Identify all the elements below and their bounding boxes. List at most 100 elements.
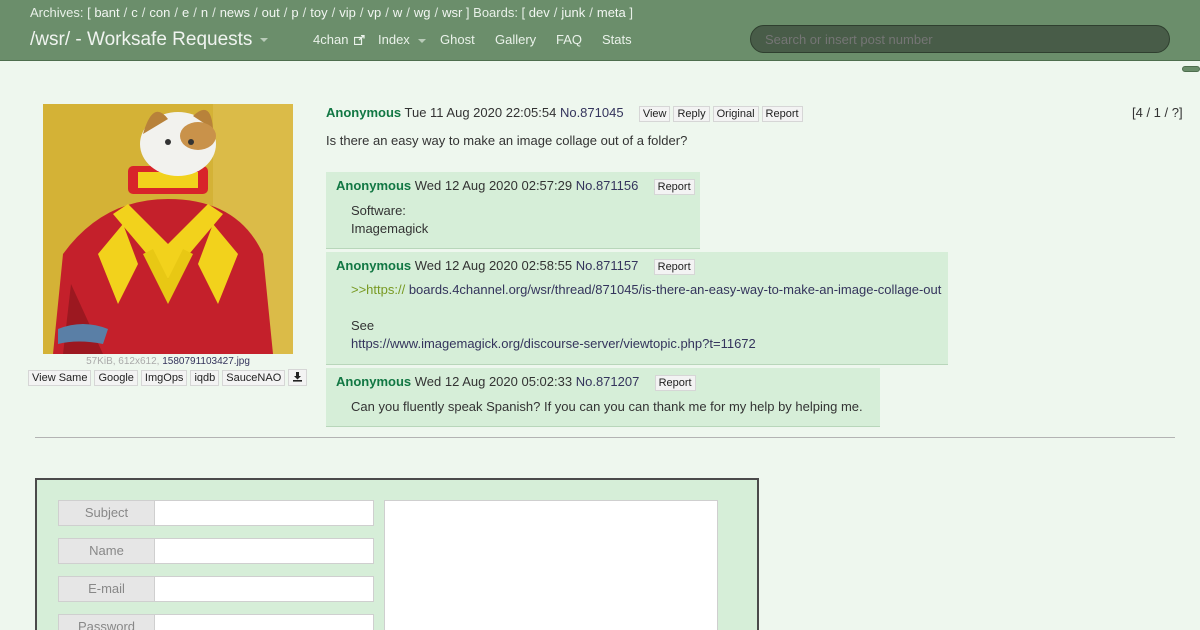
report-button[interactable]: Report (654, 375, 696, 391)
nav-ghost[interactable]: Ghost (440, 32, 475, 47)
nav-4chan-label: 4chan (313, 32, 349, 47)
file-name-link[interactable]: 1580791103427.jpg (162, 356, 250, 367)
post-date: Wed 12 Aug 2020 02:57:29 (414, 178, 573, 193)
reply-button[interactable]: Reply (673, 106, 710, 122)
reply-post: Anonymous Wed 12 Aug 2020 02:58:55 No.87… (326, 252, 948, 365)
view-button[interactable]: View (638, 106, 671, 122)
reply-header: Anonymous Wed 12 Aug 2020 02:58:55 No.87… (336, 258, 698, 275)
file-meta: 57KiB, 612x612, (86, 356, 160, 367)
op-post-header: Anonymous Tue 11 Aug 2020 22:05:54 No.87… (326, 105, 806, 122)
op-thumbnail[interactable] (43, 104, 293, 354)
comment-line: Imagemagick (351, 221, 429, 236)
report-button[interactable]: Report (761, 106, 803, 122)
poster-name: Anonymous (326, 105, 402, 120)
archive-link-c[interactable]: c (131, 5, 138, 20)
name-input[interactable] (154, 538, 374, 564)
top-bar: Archives: [ bant / c / con / e / n / news / out / p / to… (0, 0, 1200, 61)
image-search-buttons: View Same Google ImgOps iqdb SauceNAO (28, 369, 310, 386)
post-date: Wed 12 Aug 2020 05:02:33 (414, 374, 573, 389)
nav-index-label: Index (378, 32, 410, 47)
file-info: 57KiB, 612x612, 1580791103427.jpg (30, 356, 306, 367)
archive-link-toy[interactable]: toy (310, 5, 327, 20)
comment-line: See (351, 318, 375, 333)
nav-stats[interactable]: Stats (602, 32, 632, 47)
email-input[interactable] (154, 576, 374, 602)
archives-bar: Archives: [ bant / c / con / e / n / news / out / p / to… (30, 5, 634, 20)
nav-index-dropdown[interactable]: Index (378, 32, 426, 47)
archive-link-wsr[interactable]: wsr (442, 5, 462, 20)
download-icon (293, 372, 303, 382)
boards-close: ] (629, 5, 634, 20)
original-button[interactable]: Original (712, 106, 759, 122)
cat-costume-image (43, 104, 293, 354)
divider (35, 437, 1175, 438)
board-link-junk[interactable]: junk (561, 5, 585, 20)
comment-textarea[interactable] (384, 500, 718, 630)
email-label: E-mail (58, 576, 155, 602)
iqdb-button[interactable]: iqdb (190, 370, 220, 386)
saucenao-button[interactable]: SauceNAO (222, 370, 286, 386)
reply-comment: >>https:// boards.4channel.org/wsr/threa… (351, 281, 941, 353)
archives-label: Archives: [ (30, 5, 91, 20)
board-link-dev[interactable]: dev (529, 5, 550, 20)
reply-post: Anonymous Wed 12 Aug 2020 02:57:29 No.87… (326, 172, 700, 249)
caret-down-icon (260, 37, 269, 42)
archive-link-vp[interactable]: vp (367, 5, 381, 20)
nav-gallery[interactable]: Gallery (495, 32, 536, 47)
post-number-link[interactable]: No.871045 (560, 105, 624, 120)
password-label: Password (58, 614, 155, 630)
comment-line: Software: (351, 203, 406, 218)
reply-header: Anonymous Wed 12 Aug 2020 05:02:33 No.87… (336, 374, 699, 391)
board-title-dropdown[interactable]: /wsr/ - Worksafe Requests (30, 29, 269, 51)
quote-line: >>https:// boards.4channel.org/wsr/threa… (351, 281, 941, 299)
password-input[interactable] (154, 614, 374, 630)
reply-header: Anonymous Wed 12 Aug 2020 02:57:29 No.87… (336, 178, 698, 195)
post-date: Wed 12 Aug 2020 02:58:55 (414, 258, 573, 273)
boards-label: ] Boards: [ (465, 5, 526, 20)
report-button[interactable]: Report (653, 259, 695, 275)
subject-input[interactable] (154, 500, 374, 526)
archive-link-n[interactable]: n (201, 5, 208, 20)
reply-comment: Can you fluently speak Spanish? If you c… (351, 398, 863, 416)
poster-name: Anonymous (336, 178, 412, 193)
op-comment: Is there an easy way to make an image co… (326, 133, 688, 148)
thread-stats: [4 / 1 / ?] (1132, 105, 1183, 120)
caret-down-icon (417, 38, 426, 43)
imgops-button[interactable]: ImgOps (140, 370, 188, 386)
poster-name: Anonymous (336, 374, 412, 389)
archive-link-news[interactable]: news (220, 5, 250, 20)
post-number-link[interactable]: No.871207 (576, 374, 640, 389)
search-input[interactable] (750, 25, 1170, 53)
archive-link-vip[interactable]: vip (339, 5, 356, 20)
external-url-link[interactable]: https://www.imagemagick.org/discourse-se… (351, 335, 941, 353)
report-button[interactable]: Report (653, 179, 695, 195)
archive-link-e[interactable]: e (182, 5, 189, 20)
google-button[interactable]: Google (94, 370, 138, 386)
archive-link-w[interactable]: w (393, 5, 402, 20)
post-number-link[interactable]: No.871156 (576, 178, 639, 193)
archive-link-wg[interactable]: wg (414, 5, 431, 20)
nav-4chan[interactable]: 4chan (313, 32, 365, 47)
download-button[interactable] (288, 369, 308, 386)
reply-post: Anonymous Wed 12 Aug 2020 05:02:33 No.87… (326, 368, 880, 427)
toggle-handle[interactable] (1182, 66, 1200, 72)
comment-line: Can you fluently speak Spanish? If you c… (351, 399, 863, 414)
reply-comment: Software: Imagemagick (351, 202, 428, 238)
archive-link-bant[interactable]: bant (94, 5, 119, 20)
archive-link-p[interactable]: p (291, 5, 298, 20)
post-number-link[interactable]: No.871157 (576, 258, 639, 273)
post-form: Subject Name E-mail Password (35, 478, 759, 630)
board-link-meta[interactable]: meta (597, 5, 626, 20)
view-same-button[interactable]: View Same (28, 370, 92, 386)
name-label: Name (58, 538, 155, 564)
greentext-quote: >>https:// (351, 282, 406, 297)
external-link-icon (353, 34, 365, 46)
nav-faq[interactable]: FAQ (556, 32, 582, 47)
subject-label: Subject (58, 500, 155, 526)
board-title: /wsr/ - Worksafe Requests (30, 29, 253, 50)
poster-name: Anonymous (336, 258, 412, 273)
thread-link[interactable]: boards.4channel.org/wsr/thread/871045/is… (409, 282, 942, 297)
post-date: Tue 11 Aug 2020 22:05:54 (404, 105, 557, 120)
archive-link-con[interactable]: con (149, 5, 170, 20)
archive-link-out[interactable]: out (262, 5, 280, 20)
